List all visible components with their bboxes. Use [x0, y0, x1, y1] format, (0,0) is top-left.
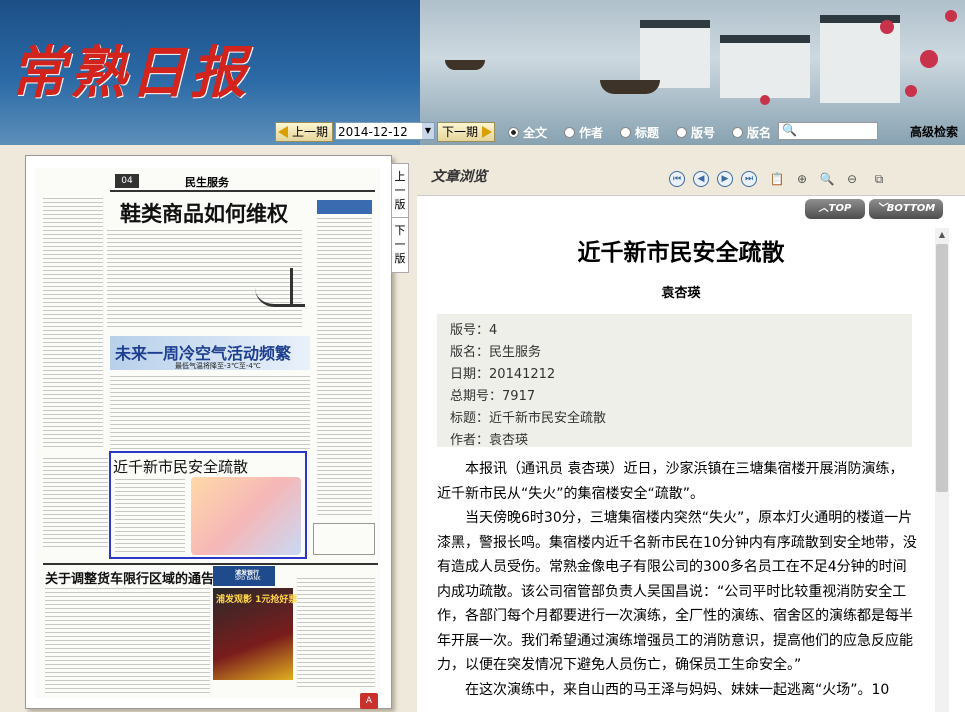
bottom-label: BOTTOM [886, 203, 936, 214]
radio-selected-icon [508, 127, 519, 138]
meta-row-page-number: 版号：4 [450, 323, 498, 338]
article-paragraph: 本报讯（通讯员 袁杏瑛）近日，沙家浜镇在三塘集宿楼开展消防演练，近千新市民从“失… [437, 461, 904, 502]
article-paragraph: 在这次演练中，来自山西的马王泽与妈妈、妹妹一起逃离“火场”。10 [465, 681, 890, 698]
article-paragraph: 当天傍晚6时30分，三塘集宿楼内突然“失火”，原本灯火通明的楼道一片漆黑，警报长… [437, 510, 917, 673]
zoom-in-icon[interactable]: ⊕ [794, 171, 810, 187]
scrollbar-thumb[interactable] [936, 244, 948, 492]
radio-label: 全文 [523, 126, 548, 140]
next-page-label: 下一版 [394, 224, 406, 265]
arrow-right-icon [482, 126, 493, 138]
text-column [297, 578, 375, 688]
ad-image: 浦发观影 1元抢好票 [213, 588, 297, 680]
blossom-icon [905, 85, 917, 97]
newspaper-page-image[interactable]: 04 民生服务 鞋类商品如何维权 未来一周冷空气活动频繁 最低气温将降至-3℃至… [35, 168, 380, 698]
prev-page-tab[interactable]: 上一版 [391, 163, 409, 219]
first-article-icon[interactable]: ⏮ [669, 171, 685, 187]
headline-truck-notice: 关于调整货车限行区域的通告 [45, 572, 215, 587]
radio-label: 作者 [579, 126, 604, 140]
article-author: 袁杏瑛 [661, 286, 701, 301]
radio-page-number[interactable]: 版号 [676, 124, 715, 141]
section-rule [43, 563, 378, 565]
next-article-icon[interactable]: ▶ [717, 171, 733, 187]
next-issue-label: 下一期 [442, 125, 479, 139]
next-issue-button[interactable]: 下一期 [437, 122, 496, 142]
text-column [43, 458, 108, 548]
zoom-out-icon[interactable]: ⊖ [844, 171, 860, 187]
scroll-up-icon[interactable]: ▲ [935, 228, 949, 242]
scroll-top-button[interactable]: ︿TOP [805, 199, 865, 219]
meta-row-page-name: 版名：民生服务 [450, 345, 542, 360]
boat-icon [445, 60, 485, 70]
meta-row-date: 日期：20141212 [450, 367, 556, 382]
scroll-bottom-button[interactable]: ﹀BOTTOM [869, 199, 943, 219]
meta-row-author: 作者：袁杏瑛 [450, 433, 529, 448]
subhead-temperature: 最低气温将降至-3℃至-4℃ [175, 362, 261, 370]
headline-evacuation: 近千新市民安全疏散 [113, 458, 249, 476]
next-page-tab[interactable]: 下一版 [391, 217, 409, 273]
article-title: 近千新市民安全疏散 [577, 239, 785, 266]
radio-label: 版号 [691, 126, 716, 140]
viewer-title: 文章浏览 [431, 169, 487, 185]
copy-icon[interactable]: ⧉ [871, 171, 887, 187]
arrow-left-icon [278, 126, 288, 138]
text-column [110, 376, 310, 451]
radio-label: 标题 [635, 126, 660, 140]
pdf-icon[interactable]: A [360, 693, 378, 709]
illustration-image [191, 477, 301, 555]
text-column [45, 588, 210, 693]
text-column [43, 198, 103, 448]
shoe-image [250, 248, 310, 328]
last-article-icon[interactable]: ⏭ [741, 171, 757, 187]
headline-shoes: 鞋类商品如何维权 [120, 201, 288, 226]
newspaper-logo[interactable]: 常熟日报 [10, 28, 250, 109]
meta-row-title: 标题：近千新市民安全疏散 [450, 411, 607, 426]
text-column [115, 479, 185, 554]
radio-title[interactable]: 标题 [620, 124, 659, 141]
article-viewer: 文章浏览 ⏮ ◀ ▶ ⏭ 📋 ⊕ 🔍 ⊖ ⧉ ︿TOP ﹀BOTTOM 近千新市… [417, 155, 965, 712]
radio-fulltext[interactable]: 全文 [508, 124, 547, 141]
article-meta-box: 版号：4 版名：民生服务 日期：20141212 总期号：7917 标题：近千新… [437, 314, 912, 448]
prev-issue-label: 上一期 [292, 125, 329, 139]
ad-text: 浦发观影 1元抢好票 [216, 595, 298, 605]
blossom-icon [880, 20, 894, 34]
radio-label: 版名 [747, 126, 772, 140]
page-number-badge: 04 [115, 174, 139, 188]
date-select[interactable]: 2014-12-12 ▼ [335, 122, 435, 140]
viewer-toolbar: 文章浏览 ⏮ ◀ ▶ ⏭ 📋 ⊕ 🔍 ⊖ ⧉ [417, 155, 965, 196]
boat-icon [600, 80, 660, 94]
column-tag [317, 200, 372, 214]
radio-icon [732, 127, 743, 138]
radio-icon [564, 127, 575, 138]
radio-icon [620, 127, 631, 138]
advanced-search-link[interactable]: 高级检索 [910, 123, 958, 140]
banner-house [720, 35, 810, 98]
bank-name-en: SPD BANK [235, 576, 261, 582]
zoom-reset-icon[interactable]: 🔍 [819, 171, 835, 187]
blossom-icon [920, 50, 938, 68]
section-name: 民生服务 [185, 176, 229, 189]
prev-page-label: 上一版 [394, 170, 406, 211]
radio-author[interactable]: 作者 [564, 124, 603, 141]
prev-article-icon[interactable]: ◀ [693, 171, 709, 187]
date-value: 2014-12-12 [338, 125, 408, 139]
blossom-icon [760, 95, 770, 105]
article-body: 本报讯（通讯员 袁杏瑛）近日，沙家浜镇在三塘集宿楼开展消防演练，近千新市民从“失… [437, 457, 917, 702]
blossom-icon [945, 10, 957, 22]
dropdown-icon[interactable]: ▼ [422, 123, 434, 139]
top-label: TOP [828, 203, 852, 214]
search-input[interactable]: 🔍 [778, 122, 878, 140]
header-rule [110, 190, 375, 192]
prev-issue-button[interactable]: 上一期 [275, 122, 334, 142]
vertical-scrollbar[interactable]: ▲ [935, 228, 949, 712]
radio-icon [676, 127, 687, 138]
article-list-icon[interactable]: 📋 [769, 171, 785, 187]
meta-row-issue: 总期号：7917 [450, 389, 536, 404]
text-column [317, 218, 372, 518]
search-icon: 🔍 [782, 123, 797, 137]
radio-page-name[interactable]: 版名 [732, 124, 771, 141]
info-box [313, 523, 375, 555]
article-highlight-box[interactable]: 近千新市民安全疏散 [109, 451, 307, 559]
banner-house [640, 20, 710, 88]
